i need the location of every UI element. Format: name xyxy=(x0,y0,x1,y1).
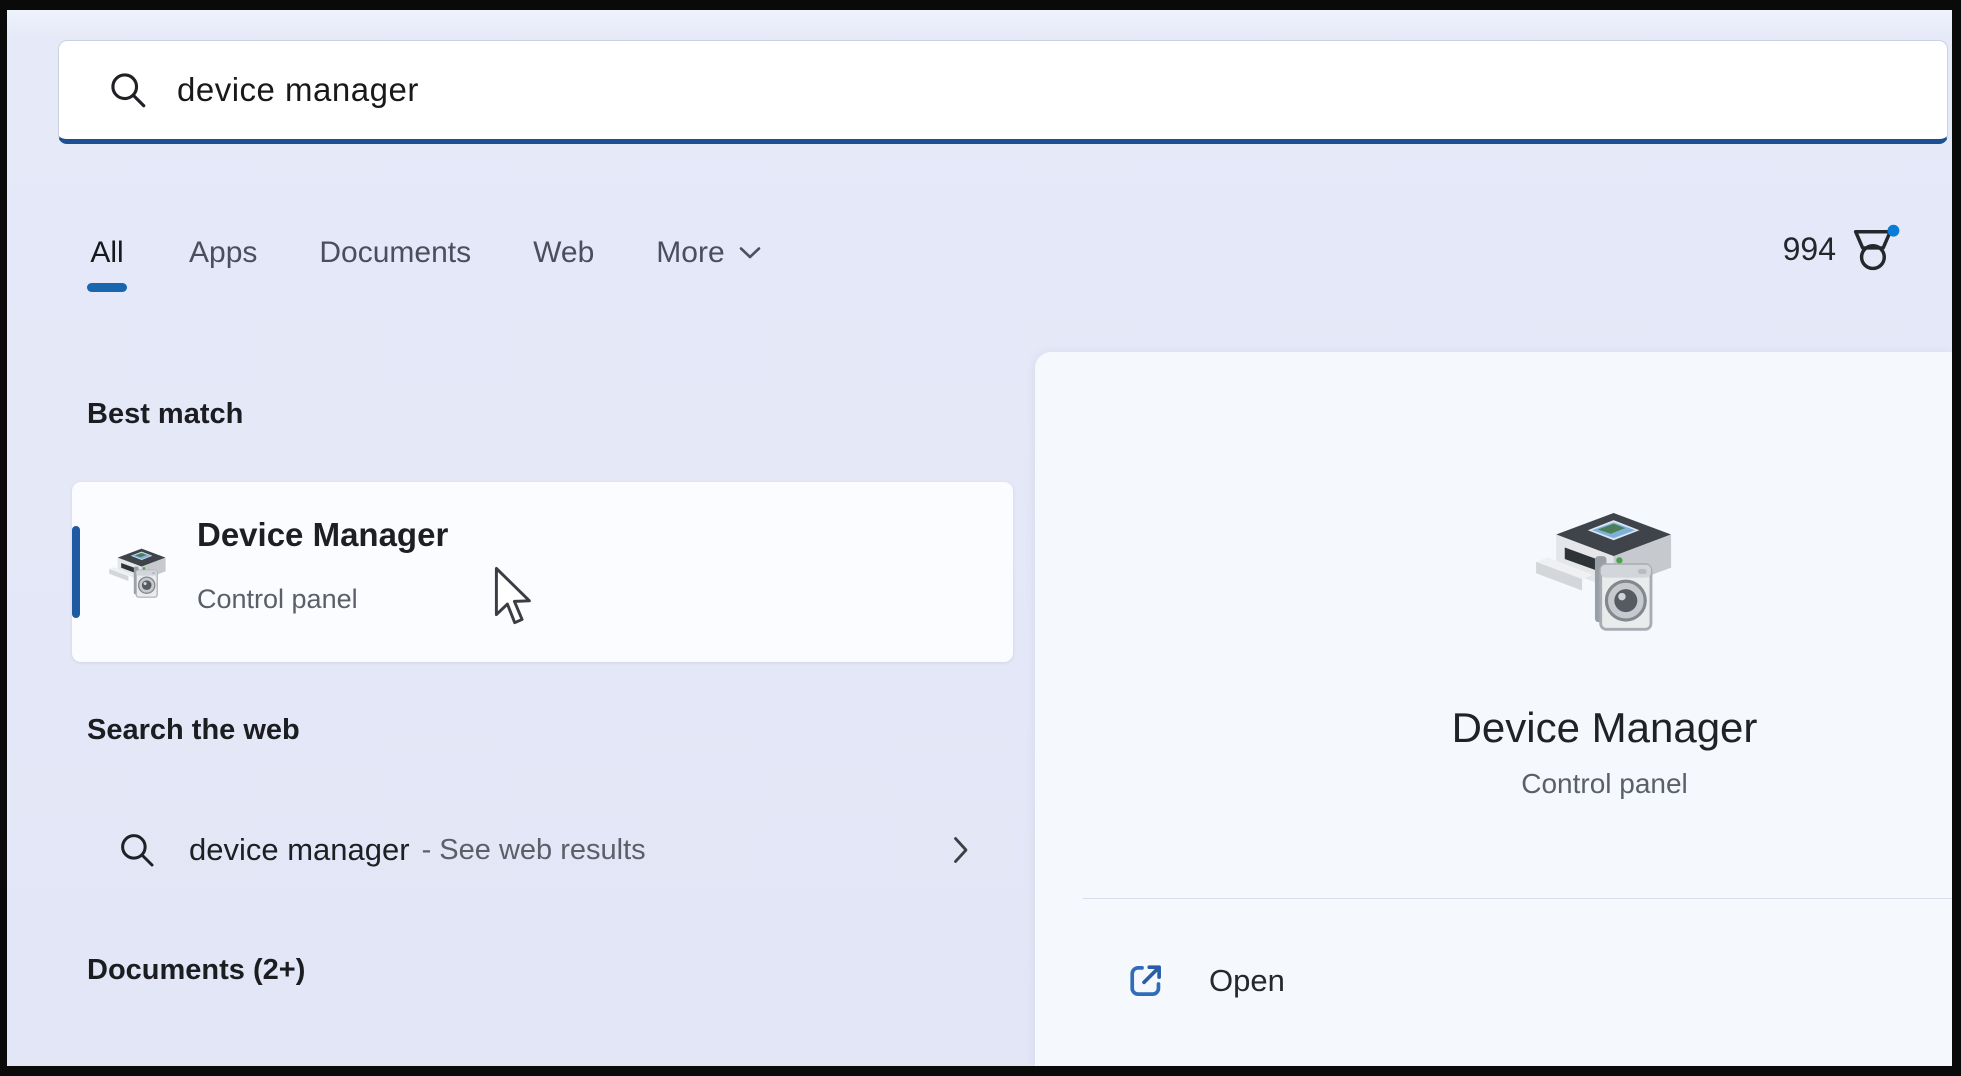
divider xyxy=(1083,898,1952,899)
rewards-medal-icon xyxy=(1848,222,1900,276)
best-match-heading: Best match xyxy=(87,398,243,431)
selection-accent-bar xyxy=(72,526,80,618)
web-query-text: device manager xyxy=(189,832,410,868)
tab-web[interactable]: Web xyxy=(533,236,594,292)
chevron-right-icon xyxy=(953,836,969,864)
preview-content: Device Manager Control panel xyxy=(1035,352,1952,800)
active-tab-indicator xyxy=(87,283,127,292)
device-manager-icon xyxy=(1514,490,1696,648)
search-icon xyxy=(107,69,149,111)
search-web-heading: Search the web xyxy=(87,714,300,747)
search-input[interactable]: device manager xyxy=(58,40,1948,144)
open-label: Open xyxy=(1209,963,1285,999)
search-query-text: device manager xyxy=(177,71,419,109)
web-search-result[interactable]: device manager - See web results xyxy=(87,820,969,880)
preview-subtitle: Control panel xyxy=(1521,768,1688,800)
rewards-points: 994 xyxy=(1783,231,1836,268)
open-action[interactable]: Open xyxy=(1125,960,1285,1002)
tab-documents[interactable]: Documents xyxy=(319,236,471,292)
result-preview-pane: Device Manager Control panel Open xyxy=(1035,352,1952,1066)
result-subtitle: Control panel xyxy=(197,584,358,615)
search-icon xyxy=(117,830,157,870)
web-suffix-text: - See web results xyxy=(422,834,646,867)
search-panel-surface: device manager All Apps Documents Web xyxy=(7,10,1952,1066)
mouse-cursor xyxy=(492,566,536,628)
tab-apps[interactable]: Apps xyxy=(189,236,257,292)
tab-more[interactable]: More xyxy=(656,236,760,292)
preview-title: Device Manager xyxy=(1452,704,1758,752)
search-filter-tabs: All Apps Documents Web More xyxy=(87,236,761,292)
best-match-result[interactable]: Device Manager Control panel xyxy=(72,482,1013,662)
tab-all[interactable]: All xyxy=(87,236,127,292)
external-link-icon xyxy=(1125,960,1167,1002)
device-manager-icon xyxy=(102,538,174,606)
documents-heading: Documents (2+) xyxy=(87,954,305,987)
notification-dot xyxy=(1888,225,1900,237)
chevron-down-icon xyxy=(739,246,761,260)
windows-search-flyout: device manager All Apps Documents Web xyxy=(0,0,1961,1076)
rewards-counter[interactable]: 994 xyxy=(1783,222,1900,276)
result-title: Device Manager xyxy=(197,516,448,554)
